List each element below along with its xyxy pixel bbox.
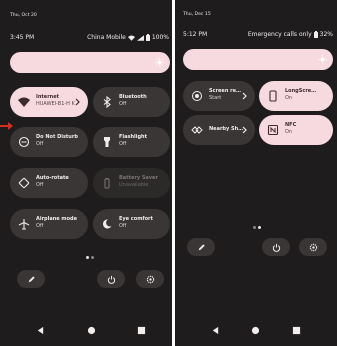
status-bar-right: China Mobile 100% <box>87 34 169 41</box>
tile-battery-saver[interactable]: Battery Saver Unavailable <box>93 168 170 198</box>
power-icon <box>107 275 115 284</box>
battery-percent: 100% <box>151 34 169 41</box>
page-dot-active <box>258 226 261 229</box>
gear-icon <box>309 243 317 251</box>
tile-sub: Off <box>36 223 44 229</box>
settings-button[interactable] <box>136 270 164 288</box>
tile-long-screenshot[interactable]: LongScre… On <box>259 81 333 111</box>
quick-settings-panel-left: Thu, Oct 20 3:45 PM China Mobile 100% In… <box>0 0 172 346</box>
tile-label: Eye comfort <box>119 216 153 222</box>
flashlight-icon <box>104 137 110 147</box>
tile-sub: Unavailable <box>119 182 149 188</box>
edit-button[interactable] <box>17 270 45 288</box>
chevron-right-icon[interactable] <box>242 92 247 100</box>
page-dot <box>253 226 256 229</box>
tile-sub: Off <box>119 223 127 229</box>
tile-auto-rotate[interactable]: Auto-rotate Off <box>10 168 88 198</box>
battery-icon <box>313 31 318 38</box>
back-icon[interactable] <box>36 326 45 335</box>
tile-label: Flashlight <box>119 134 147 140</box>
page-indicator <box>86 256 94 259</box>
settings-button[interactable] <box>299 238 327 256</box>
tile-sub: Off <box>36 141 44 147</box>
bluetooth-icon <box>103 96 111 108</box>
navigation-bar <box>0 318 172 346</box>
tile-sub: Off <box>119 101 127 107</box>
red-arrow-annotation <box>0 122 13 130</box>
back-icon[interactable] <box>211 326 220 335</box>
pencil-icon <box>28 275 35 282</box>
power-button[interactable] <box>97 270 125 288</box>
home-icon[interactable] <box>251 326 260 335</box>
tile-label: Battery Saver <box>119 175 158 181</box>
tile-label: NFC <box>285 122 297 128</box>
brightness-icon <box>155 58 164 67</box>
tile-sub: On <box>285 95 293 101</box>
tile-label: Bluetooth <box>119 94 147 100</box>
power-icon <box>272 243 280 252</box>
recents-icon[interactable] <box>137 326 146 335</box>
gear-icon <box>146 275 154 283</box>
tile-nfc[interactable]: NFC On <box>259 115 333 145</box>
airplane-icon <box>18 219 30 230</box>
tile-do-not-disturb[interactable]: Do Not Disturb Off <box>10 127 88 157</box>
tile-label: Auto-rotate <box>36 175 69 181</box>
tile-label: Airplane mode <box>36 216 78 222</box>
date: Thu, Dec 15 <box>183 12 211 17</box>
brightness-slider[interactable] <box>183 49 333 70</box>
signal-icon <box>136 34 144 41</box>
tile-sub: Off <box>36 182 44 188</box>
auto-rotate-icon <box>18 177 30 189</box>
tile-sub: On <box>285 129 293 135</box>
tile-sub: Off <box>119 141 127 147</box>
power-button[interactable] <box>262 238 290 256</box>
battery-icon <box>145 34 150 41</box>
battery-percent: 32% <box>319 31 333 38</box>
tile-label: Nearby Sh… <box>209 126 244 132</box>
nearby-share-icon <box>191 126 203 134</box>
status-bar-right: Emergency calls only 32% <box>248 31 333 38</box>
wifi-status-icon <box>127 35 135 41</box>
tile-eye-comfort[interactable]: Eye comfort Off <box>93 209 170 239</box>
brightness-slider[interactable] <box>10 52 170 73</box>
screen-record-icon <box>192 91 202 101</box>
date: Thu, Oct 20 <box>10 13 37 18</box>
edit-button[interactable] <box>187 238 215 256</box>
quick-settings-panel-right: Thu, Dec 15 5:12 PM Emergency calls only… <box>175 0 337 346</box>
home-icon[interactable] <box>87 326 96 335</box>
tile-sub: Start <box>209 95 222 101</box>
tile-label: Internet <box>36 94 60 100</box>
recents-icon[interactable] <box>292 326 301 335</box>
brightness-icon <box>318 55 327 64</box>
page-dot <box>91 256 94 259</box>
navigation-bar <box>175 318 337 346</box>
tile-internet[interactable]: Internet HUAWEI-B1-H K <box>10 87 88 117</box>
status-text: Emergency calls only <box>247 31 312 38</box>
page-dot-active <box>86 256 89 259</box>
page-indicator <box>253 226 261 229</box>
clock: 3:45 PM <box>10 34 35 41</box>
tile-label: Screen re… <box>209 88 241 94</box>
chevron-right-icon[interactable] <box>75 98 80 106</box>
carrier-label: China Mobile <box>87 34 126 41</box>
tile-nearby-share[interactable]: Nearby Sh… <box>183 115 255 145</box>
do-not-disturb-icon <box>18 136 30 148</box>
wifi-icon <box>18 97 30 107</box>
tile-screen-record[interactable]: Screen re… Start <box>183 81 255 111</box>
nfc-icon <box>267 124 279 136</box>
chevron-right-icon[interactable] <box>242 126 247 134</box>
battery-saver-icon <box>104 178 110 189</box>
tile-flashlight[interactable]: Flashlight Off <box>93 127 170 157</box>
clock: 5:12 PM <box>183 31 208 38</box>
pencil-icon <box>198 243 205 250</box>
tile-bluetooth[interactable]: Bluetooth Off <box>93 87 170 117</box>
tile-label: LongScre… <box>285 88 317 94</box>
long-screenshot-icon <box>269 90 277 102</box>
tile-label: Do Not Disturb <box>36 134 78 140</box>
tile-sub: HUAWEI-B1-H K <box>36 101 75 107</box>
tile-airplane-mode[interactable]: Airplane mode Off <box>10 209 88 239</box>
eye-comfort-icon <box>102 219 112 229</box>
